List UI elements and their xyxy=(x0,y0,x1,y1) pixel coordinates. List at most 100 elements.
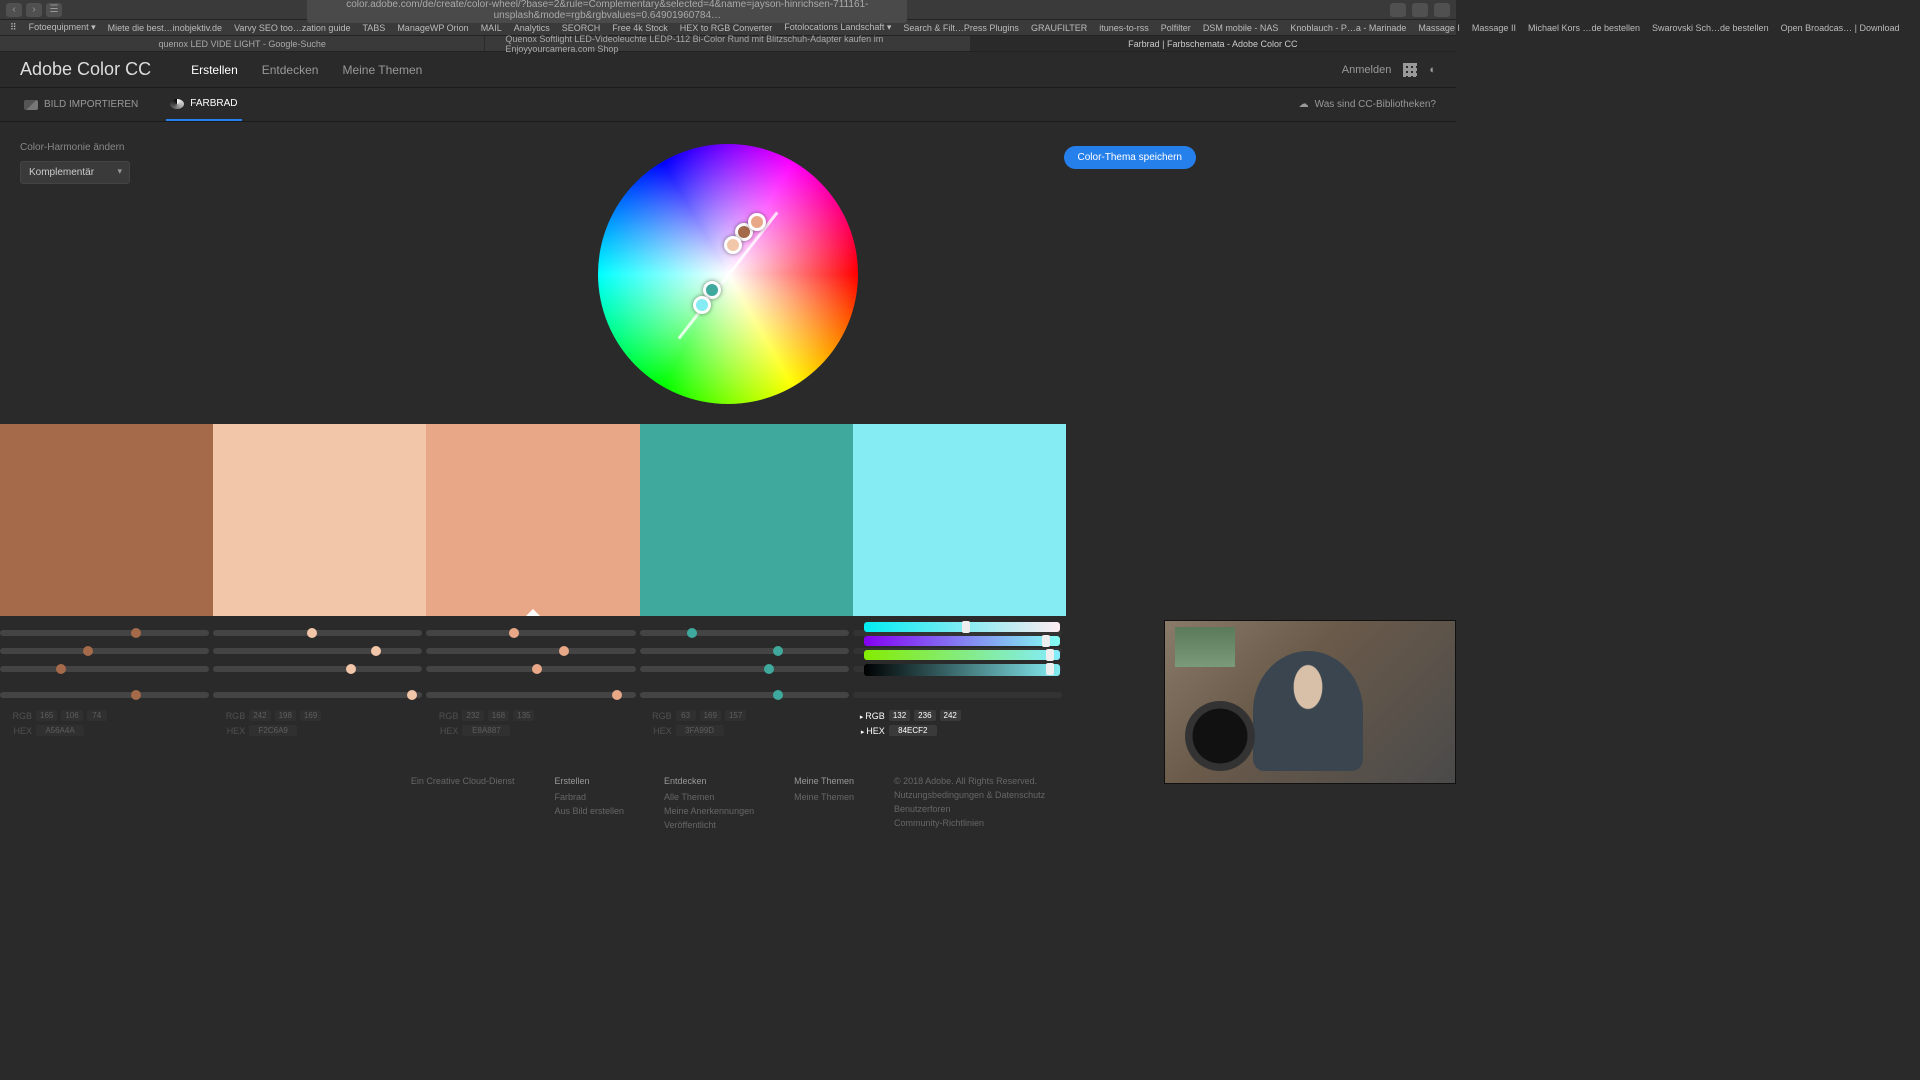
r-slider[interactable] xyxy=(864,622,1060,632)
slider-handle[interactable] xyxy=(131,628,141,638)
slider-track[interactable] xyxy=(0,692,209,698)
bookmark-item[interactable]: Knoblauch - P…a - Marinade xyxy=(1290,23,1406,33)
hex-value[interactable]: E8A887 xyxy=(462,725,510,736)
slider-track[interactable] xyxy=(640,692,849,698)
slider-track[interactable] xyxy=(853,692,1062,698)
slider-track[interactable] xyxy=(426,666,635,672)
nav-create[interactable]: Erstellen xyxy=(191,63,238,77)
bookmark-item[interactable]: Varvy SEO too…zation guide xyxy=(234,23,350,33)
slider-handle[interactable] xyxy=(131,690,141,700)
g-value[interactable]: 198 xyxy=(275,710,296,721)
r-value[interactable]: 63 xyxy=(676,710,696,721)
slider-track[interactable] xyxy=(213,630,422,636)
bookmark-item[interactable]: Michael Kors …de bestellen xyxy=(1528,23,1640,33)
b-value[interactable]: 169 xyxy=(300,710,321,721)
apps-icon[interactable]: ⠿ xyxy=(10,22,17,33)
footer-link[interactable]: Alle Themen xyxy=(664,792,754,802)
bookmark-item[interactable]: Analytics xyxy=(514,23,550,33)
bookmark-item[interactable]: Massage I xyxy=(1418,23,1460,33)
slider-track[interactable] xyxy=(426,692,635,698)
b-value[interactable]: 157 xyxy=(725,710,746,721)
slider-track[interactable] xyxy=(640,666,849,672)
slider-handle[interactable] xyxy=(612,690,622,700)
wheel-handle[interactable] xyxy=(693,296,711,314)
slider-track[interactable] xyxy=(640,630,849,636)
browser-tab[interactable]: quenox LED VIDE LIGHT - Google-Suche xyxy=(0,36,485,51)
footer-link[interactable]: Veröffentlicht xyxy=(664,820,754,830)
slider-handle[interactable] xyxy=(532,664,542,674)
slider-track[interactable] xyxy=(0,630,209,636)
nav-my-themes[interactable]: Meine Themen xyxy=(342,63,422,77)
bookmark-item[interactable]: MAIL xyxy=(481,23,502,33)
slider-handle[interactable] xyxy=(773,690,783,700)
bookmark-item[interactable]: DSM mobile - NAS xyxy=(1203,23,1279,33)
hex-value[interactable]: 3FA99D xyxy=(676,725,724,736)
g-value[interactable]: 168 xyxy=(488,710,509,721)
footer-link[interactable]: Farbrad xyxy=(554,792,624,802)
bookmark-item[interactable]: itunes-to-rss xyxy=(1099,23,1149,33)
browser-tab[interactable]: Farbrad | Farbschemata - Adobe Color CC xyxy=(971,36,1456,51)
hex-value[interactable]: A56A4A xyxy=(36,725,84,736)
swatch[interactable] xyxy=(213,424,426,616)
reader-icon[interactable] xyxy=(1390,3,1406,17)
apps-grid-icon[interactable] xyxy=(1403,63,1417,77)
slider-track[interactable] xyxy=(0,666,209,672)
color-wheel-tab[interactable]: FARBRAD xyxy=(166,88,241,121)
save-theme-button[interactable]: Color-Thema speichern xyxy=(1064,146,1197,169)
slider-handle[interactable] xyxy=(509,628,519,638)
hex-value[interactable]: F2C6A9 xyxy=(249,725,297,736)
forward-button[interactable]: › xyxy=(26,3,42,17)
slider-handle[interactable] xyxy=(56,664,66,674)
slider-handle[interactable] xyxy=(773,646,783,656)
browser-tab[interactable]: Quenox Softlight LED-Videoleuchte LEDP-1… xyxy=(485,36,970,51)
tabs-icon[interactable] xyxy=(1434,3,1450,17)
cc-libraries-link[interactable]: Was sind CC-Bibliotheken? xyxy=(1315,99,1436,110)
r-value[interactable]: 165 xyxy=(36,710,57,721)
swatch[interactable] xyxy=(853,424,1066,616)
brightness-slider[interactable] xyxy=(864,664,1060,676)
slider-track[interactable] xyxy=(0,648,209,654)
hex-value[interactable]: 84ECF2 xyxy=(889,725,937,736)
bookmark-item[interactable]: Open Broadcas… | Download xyxy=(1781,23,1900,33)
footer-link[interactable]: Meine Themen xyxy=(794,792,854,802)
slider-handle[interactable] xyxy=(407,690,417,700)
g-value[interactable]: 106 xyxy=(61,710,82,721)
footer-link[interactable]: Meine Anerkennungen xyxy=(664,806,754,816)
url-bar[interactable]: color.adobe.com/de/create/color-wheel/?b… xyxy=(307,0,907,23)
r-value[interactable]: 232 xyxy=(462,710,483,721)
sidebar-button[interactable]: ☰ xyxy=(46,3,62,17)
slider-track[interactable] xyxy=(213,648,422,654)
wheel-handle[interactable] xyxy=(724,236,742,254)
slider-track[interactable] xyxy=(426,630,635,636)
g-value[interactable]: 169 xyxy=(700,710,721,721)
r-value[interactable]: 242 xyxy=(249,710,270,721)
swatch[interactable] xyxy=(426,424,639,616)
slider-handle[interactable] xyxy=(83,646,93,656)
slider-handle[interactable] xyxy=(764,664,774,674)
wheel-handle[interactable] xyxy=(703,281,721,299)
slider-handle[interactable] xyxy=(307,628,317,638)
footer-link[interactable]: Nutzungsbedingungen & Datenschutz xyxy=(894,790,1045,800)
b-slider[interactable] xyxy=(864,650,1060,660)
footer-link[interactable]: Community-Richtlinien xyxy=(894,818,1045,828)
slider-track[interactable] xyxy=(640,648,849,654)
bookmark-item[interactable]: Search & Filt…Press Plugins xyxy=(903,23,1019,33)
bookmark-item[interactable]: TABS xyxy=(362,23,385,33)
b-value[interactable]: 74 xyxy=(87,710,107,721)
bookmark-item[interactable]: Massage II xyxy=(1472,23,1516,33)
cc-icon[interactable]: ◐ xyxy=(1429,64,1436,76)
slider-handle[interactable] xyxy=(687,628,697,638)
b-value[interactable]: 135 xyxy=(513,710,534,721)
bookmark-item[interactable]: Fotoequipment ▾ xyxy=(29,22,96,33)
swatch[interactable] xyxy=(640,424,853,616)
bookmark-item[interactable]: GRAUFILTER xyxy=(1031,23,1087,33)
slider-track[interactable] xyxy=(213,692,422,698)
g-value[interactable]: 236 xyxy=(914,710,935,721)
r-value[interactable]: 132 xyxy=(889,710,910,721)
bookmark-item[interactable]: Polfilter xyxy=(1161,23,1191,33)
bookmark-item[interactable]: ManageWP Orion xyxy=(397,23,468,33)
login-link[interactable]: Anmelden xyxy=(1342,64,1392,76)
slider-track[interactable] xyxy=(426,648,635,654)
slider-handle[interactable] xyxy=(371,646,381,656)
nav-explore[interactable]: Entdecken xyxy=(262,63,319,77)
